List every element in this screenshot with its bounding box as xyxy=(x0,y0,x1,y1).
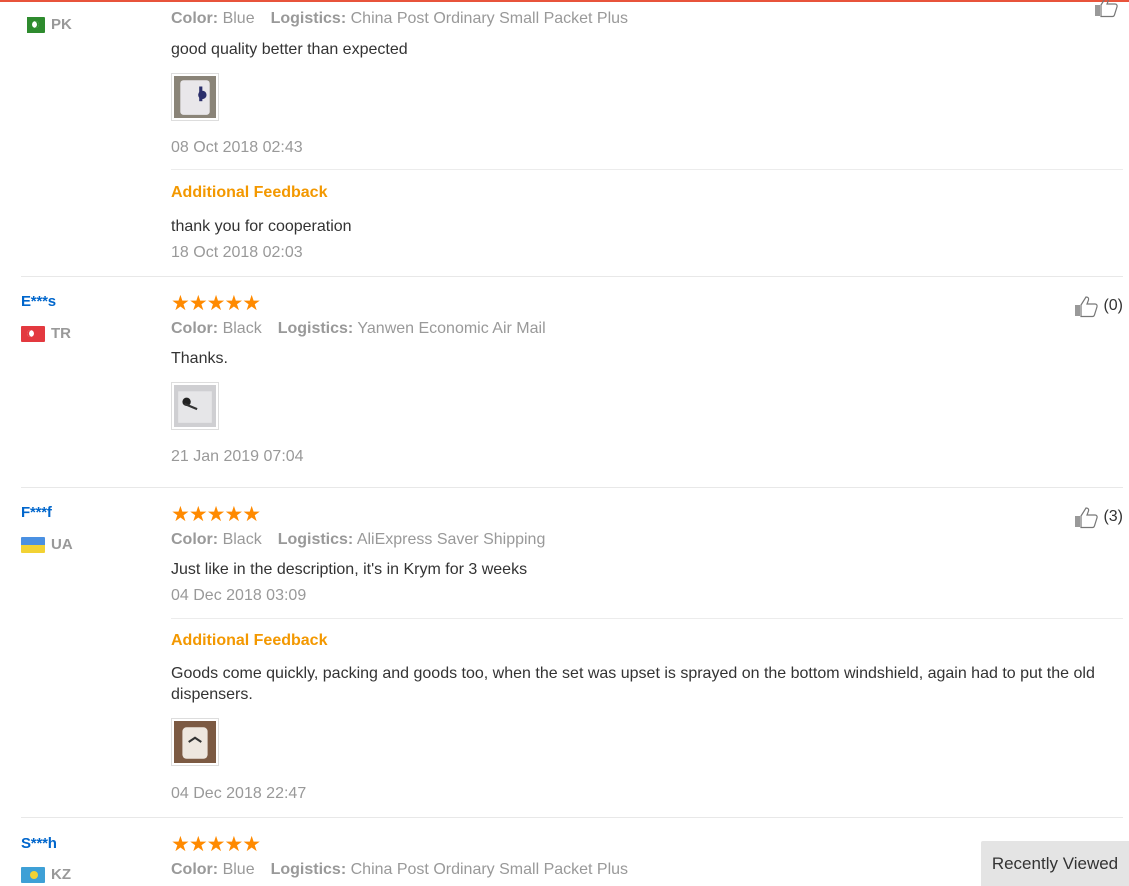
review-text: good quality better than expected xyxy=(171,41,408,58)
review-date: 21 Jan 2019 07:04 xyxy=(171,448,304,465)
review-attributes: Color: Blue Logistics: China Post Ordinar… xyxy=(171,10,629,27)
review-photo[interactable] xyxy=(171,73,219,121)
helpful-button[interactable] xyxy=(1093,0,1123,18)
review-attributes: Color: Blue Logistics: China Post Ordinar… xyxy=(171,861,629,878)
review-separator xyxy=(21,817,1123,818)
review-date: 08 Oct 2018 02:43 xyxy=(171,139,303,156)
review-attributes: Color: Black Logistics: Yanwen Economic A… xyxy=(171,320,546,337)
kazakhstan-flag-icon xyxy=(21,866,45,883)
star-rating: ★★★★★ xyxy=(171,833,261,856)
reviewer-country: KZ xyxy=(21,866,71,883)
review-date: 04 Dec 2018 03:09 xyxy=(171,587,307,604)
additional-feedback-text: thank you for cooperation xyxy=(171,218,352,235)
reviewer-country: PK xyxy=(21,16,72,33)
review-text: Just like in the description, it's in Kr… xyxy=(171,561,528,578)
top-border xyxy=(0,0,1129,2)
review-text: Thanks. xyxy=(171,350,228,367)
review-separator xyxy=(21,487,1123,488)
reviewer-country: UA xyxy=(21,536,73,553)
recently-viewed-button[interactable]: Recently Viewed xyxy=(981,841,1129,886)
reviewer-country: TR xyxy=(21,325,71,342)
pakistan-flag-icon xyxy=(21,16,45,33)
additional-feedback-date: 18 Oct 2018 02:03 xyxy=(171,244,303,261)
star-rating: ★★★★★ xyxy=(171,292,261,315)
helpful-count: (0) xyxy=(1103,297,1123,314)
divider xyxy=(171,169,1123,170)
review-photo[interactable] xyxy=(171,382,219,430)
additional-feedback-label: Additional Feedback xyxy=(171,632,328,649)
ukraine-flag-icon xyxy=(21,536,45,553)
additional-feedback-label: Additional Feedback xyxy=(171,184,328,201)
review-photo[interactable] xyxy=(171,718,219,766)
additional-feedback-text: Goods come quickly, packing and goods to… xyxy=(171,665,1095,703)
thumbs-up-icon xyxy=(1095,0,1118,18)
additional-feedback-date: 04 Dec 2018 22:47 xyxy=(171,785,307,802)
reviewer-name[interactable]: S***h xyxy=(21,835,57,852)
reviewer-name[interactable]: F***f xyxy=(21,504,52,521)
turkey-flag-icon xyxy=(21,325,45,342)
helpful-button[interactable]: (3) xyxy=(1073,505,1123,529)
helpful-button[interactable]: (0) xyxy=(1073,294,1123,318)
thumbs-up-icon xyxy=(1075,296,1099,318)
star-rating: ★★★★★ xyxy=(171,503,261,526)
reviewer-name[interactable]: E***s xyxy=(21,293,56,310)
photo-thumbnail-image xyxy=(174,721,216,763)
divider xyxy=(171,618,1123,619)
review-attributes: Color: Black Logistics: AliExpress Saver … xyxy=(171,531,546,548)
review-separator xyxy=(21,276,1123,277)
photo-thumbnail-image xyxy=(174,76,216,118)
photo-thumbnail-image xyxy=(174,385,216,427)
thumbs-up-icon xyxy=(1075,507,1099,529)
helpful-count: (3) xyxy=(1103,508,1123,525)
